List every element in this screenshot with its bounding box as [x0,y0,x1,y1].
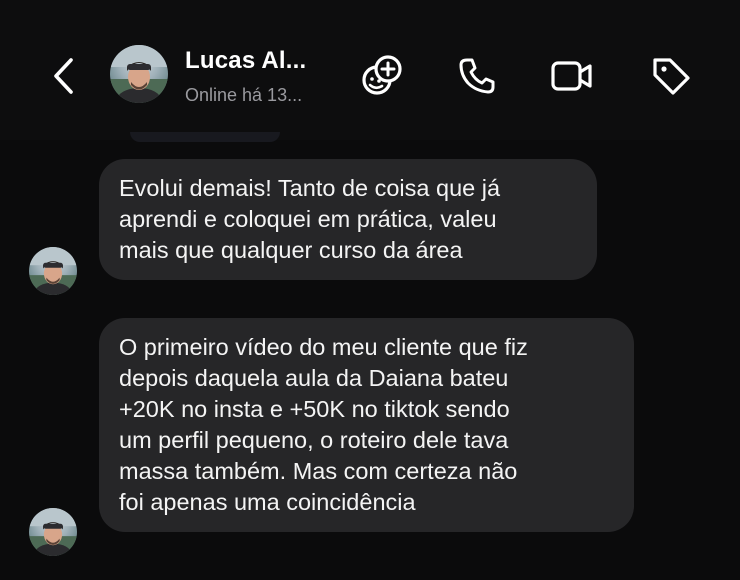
message-text-line: foi apenas uma coincidência [119,489,416,515]
sender-avatar[interactable] [29,247,77,295]
message-bubble[interactable]: O primeiro vídeo do meu cliente que fiz … [99,318,634,532]
message-text-line: Evolui demais! Tanto de coisa que já [119,175,501,201]
back-button[interactable] [44,52,84,100]
message-text-line: um perfil pequeno, o roteiro dele tava [119,427,509,453]
chat-header: Lucas Al... Online há 13... [0,0,740,140]
sender-avatar[interactable] [29,508,77,556]
previous-message-edge [130,132,280,142]
video-call-button[interactable] [546,50,598,102]
message-text-line: massa também. Mas com certeza não [119,458,518,484]
sticker-button[interactable] [356,50,408,102]
message-text-line: +20K no insta e +50K no tiktok sendo [119,396,510,422]
contact-status: Online há 13... [185,85,303,105]
message-text-line: mais que qualquer curso da área [119,237,463,263]
contact-avatar[interactable] [110,45,168,103]
message-text-line: aprendi e coloquei em prática, valeu [119,206,497,232]
tag-icon [653,58,690,95]
tag-button[interactable] [645,50,697,102]
video-camera-icon [551,61,592,91]
message-bubble[interactable]: Evolui demais! Tanto de coisa que já apr… [99,159,597,280]
message-text-line: depois daquela aula da Daiana bateu [119,365,509,391]
sticker-add-icon [362,55,402,95]
back-chevron-icon [54,58,73,94]
contact-name[interactable]: Lucas Al... [185,47,306,75]
voice-call-button[interactable] [451,50,503,102]
message-text-line: O primeiro vídeo do meu cliente que fiz [119,334,528,360]
phone-icon [459,58,495,94]
